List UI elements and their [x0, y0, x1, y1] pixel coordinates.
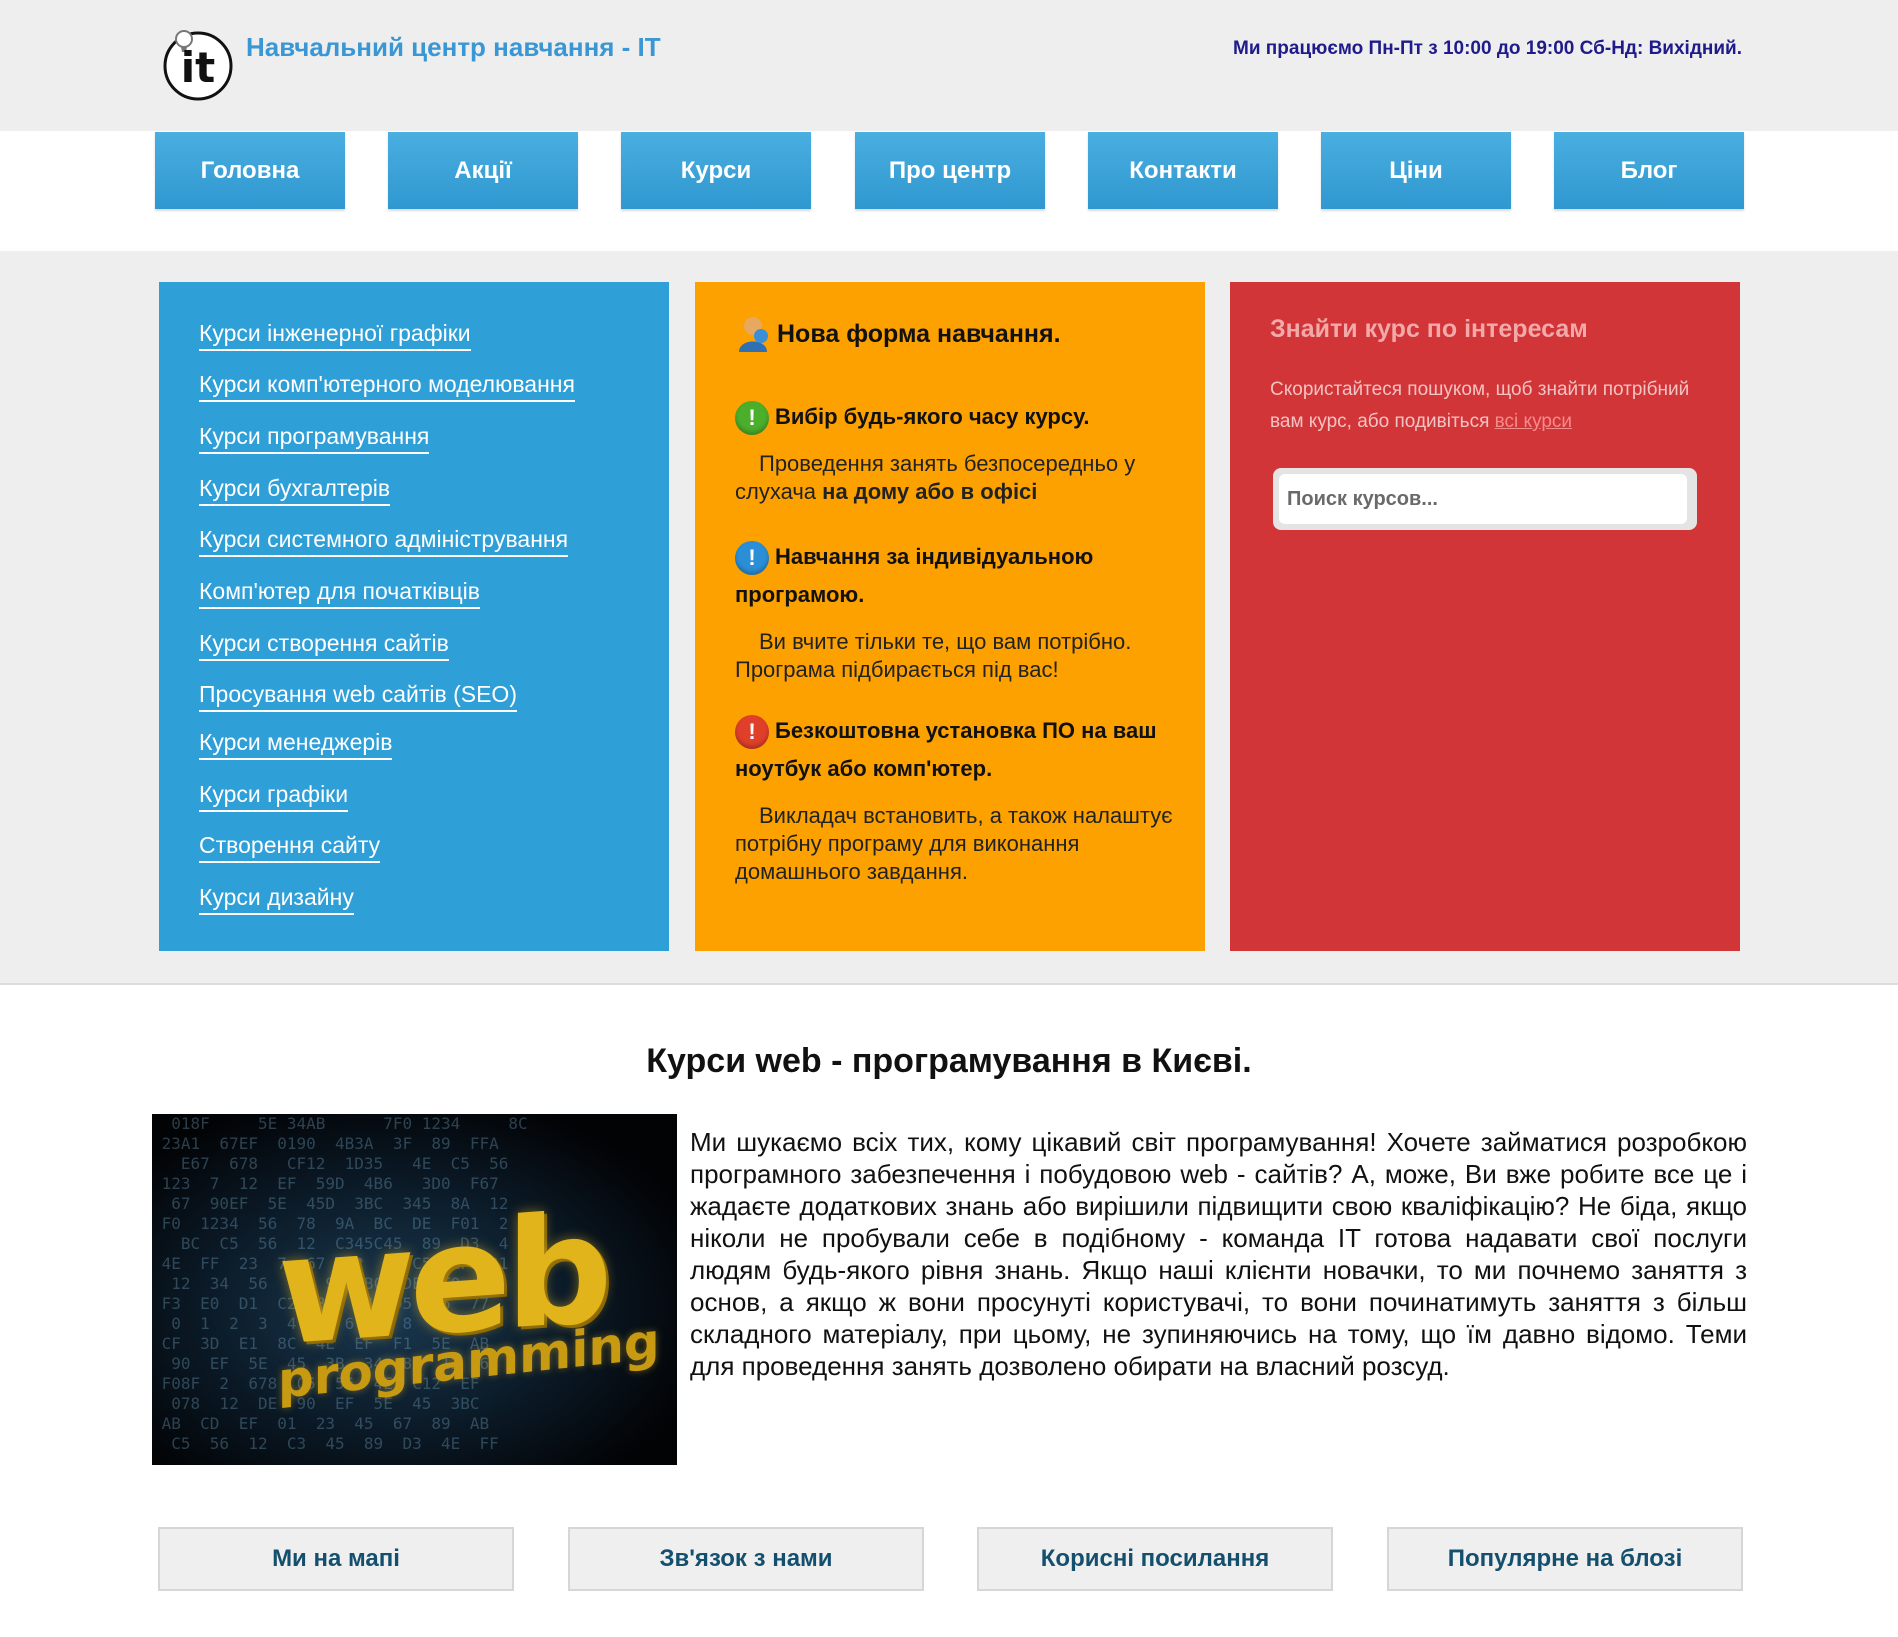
course-list-panel: Курси інженерної графіки Курси комп'ютер…	[159, 282, 669, 951]
nav-item-courses[interactable]: Курси	[621, 132, 811, 209]
course-link[interactable]: Створення сайту	[199, 832, 381, 863]
search-box	[1273, 468, 1697, 530]
features-panel: Нова форма навчання. ! Вибір будь-якого ч…	[695, 282, 1205, 951]
course-link[interactable]: Курси менеджерів	[199, 729, 393, 760]
course-link[interactable]: Курси системного адміністрування	[199, 526, 569, 557]
feature-heading: Вибір будь-якого часу курсу.	[775, 404, 1090, 429]
search-description-text: Скористайтеся пошуком, щоб знайти потріб…	[1270, 379, 1690, 432]
course-link[interactable]: Курси графіки	[199, 781, 349, 812]
article-title: Курси web - програмування в Києві.	[646, 1042, 1252, 1080]
work-hours: Ми працюємо Пн-Пт з 10:00 до 19:00 Сб-Нд…	[1233, 38, 1742, 59]
logo[interactable]: it	[162, 22, 234, 102]
site-title[interactable]: Навчальний центр навчання - IT	[246, 32, 661, 63]
features-title: Нова форма навчання.	[777, 319, 1061, 348]
lightbulb-logo-icon: it	[163, 30, 233, 101]
search-panel-description: Скористайтеся пошуком, щоб знайти потріб…	[1270, 374, 1710, 438]
exclamation-red-icon: !	[735, 715, 769, 750]
nav-item-promotions[interactable]: Акції	[388, 132, 578, 209]
all-courses-link[interactable]: всі курси	[1495, 411, 1572, 432]
feature-text: Ви вчите тільки те, що вам потрібно. Про…	[735, 629, 1132, 682]
course-link[interactable]: Просування web сайтів (SEO)	[199, 681, 517, 712]
feature-text-bold: на дому або в офісі	[822, 479, 1038, 504]
useful-links-button[interactable]: Корисні посилання	[977, 1527, 1333, 1591]
search-panel: Знайти курс по інтересам Скористайтеся п…	[1230, 282, 1740, 951]
logo-text: it	[181, 43, 215, 92]
feature-item: ! Безкоштовна установка ПО на ваш ноутбук…	[735, 712, 1175, 886]
exclamation-blue-icon: !	[735, 541, 769, 576]
feature-text: Викладач встановить, а також налаштує по…	[735, 803, 1173, 884]
contact-us-button[interactable]: Зв'язок з нами	[568, 1527, 924, 1591]
panels-section: Курси інженерної графіки Курси комп'ютер…	[0, 251, 1898, 985]
feature-item: ! Вибір будь-якого часу курсу. Проведення…	[735, 398, 1175, 506]
nav-item-blog[interactable]: Блог	[1554, 132, 1744, 209]
header: it Навчальний центр навчання - IT Ми пра…	[0, 0, 1898, 131]
feature-heading: Безкоштовна установка ПО на ваш ноутбук …	[735, 718, 1157, 781]
course-link[interactable]: Комп'ютер для початківців	[199, 578, 480, 609]
map-button[interactable]: Ми на мапі	[158, 1527, 514, 1591]
exclamation-green-icon: !	[735, 401, 769, 436]
nav-item-prices[interactable]: Ціни	[1321, 132, 1511, 209]
feature-item: ! Навчання за індивідуальною програмою. В…	[735, 538, 1175, 684]
popular-blog-button[interactable]: Популярне на блозі	[1387, 1527, 1743, 1591]
course-link[interactable]: Курси комп'ютерного моделювання	[199, 371, 575, 402]
course-link[interactable]: Курси дизайну	[199, 884, 354, 915]
main-nav: Головна Акції Курси Про центр Контакти Ц…	[155, 132, 1745, 209]
article-body: Ми шукаємо всіх тих, кому цікавий світ п…	[690, 1127, 1747, 1381]
nav-item-home[interactable]: Головна	[155, 132, 345, 209]
feature-heading: Навчання за індивідуальною програмою.	[735, 544, 1094, 607]
nav-item-contacts[interactable]: Контакти	[1088, 132, 1278, 209]
course-link[interactable]: Курси інженерної графіки	[199, 320, 471, 351]
features-title-wrap: Нова форма навчання.	[737, 314, 1061, 354]
nav-item-about[interactable]: Про центр	[855, 132, 1045, 209]
course-link[interactable]: Курси створення сайтів	[199, 630, 449, 661]
course-link[interactable]: Курси програмування	[199, 423, 430, 454]
web-programming-image: 018F 5E 34AB 7F0 1234 8C 23A1 67EF 0190 …	[152, 1114, 677, 1465]
user-icon	[739, 317, 768, 352]
search-input[interactable]	[1279, 474, 1687, 524]
course-link[interactable]: Курси бухгалтерів	[199, 475, 391, 506]
search-panel-title: Знайти курс по інтересам	[1270, 315, 1588, 343]
